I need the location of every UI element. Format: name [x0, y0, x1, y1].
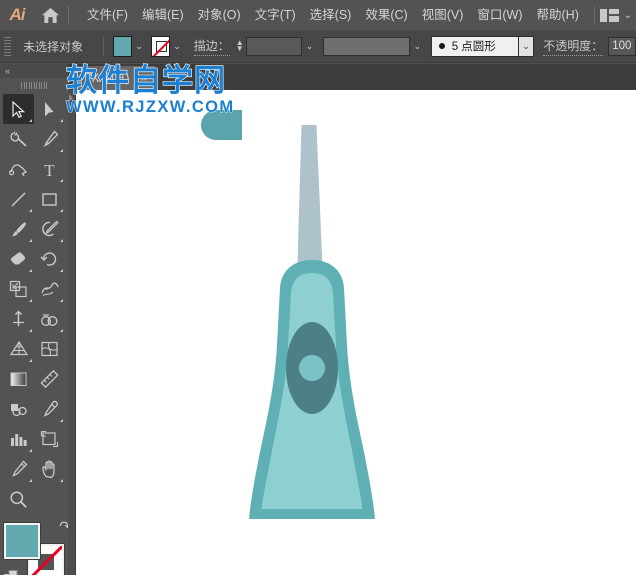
tool-column-graph[interactable] — [3, 424, 34, 454]
vertical-ruler[interactable] — [68, 90, 76, 575]
tool-slice[interactable] — [3, 454, 34, 484]
tool-width[interactable] — [34, 274, 65, 304]
tool-rectangle[interactable] — [34, 184, 65, 214]
stroke-swatch[interactable] — [151, 36, 170, 57]
opacity-label[interactable]: 不透明度： — [543, 37, 603, 56]
tool-gradient[interactable] — [3, 364, 34, 394]
tool-eraser[interactable] — [3, 244, 34, 274]
toothbrush-head — [201, 110, 242, 140]
stroke-profile-chevron-icon[interactable]: ⌄ — [410, 37, 425, 56]
fill-swatch[interactable] — [113, 36, 132, 57]
fill-swatch-large[interactable] — [4, 523, 40, 559]
tools-panel-header: « — [0, 64, 68, 78]
toothbrush-neck — [297, 125, 323, 280]
tool-magic-wand[interactable] — [3, 124, 34, 154]
menu-file[interactable]: 文件(F) — [80, 5, 135, 26]
stroke-weight-stepper[interactable]: ▲▼ — [236, 40, 244, 52]
tools-panel: « — [0, 64, 68, 575]
default-fill-stroke-icon[interactable] — [4, 570, 19, 575]
artboard-canvas[interactable] — [76, 90, 636, 575]
tool-zoom[interactable] — [3, 484, 34, 514]
stroke-dropdown-chevron-icon[interactable]: ⌄ — [170, 36, 184, 56]
tool-curvature[interactable] — [3, 154, 34, 184]
tool-eyedropper[interactable] — [34, 394, 65, 424]
tool-perspective-grid[interactable] — [3, 334, 34, 364]
home-icon[interactable] — [34, 0, 66, 30]
document-tab-label: YK/预览) — [84, 70, 129, 86]
ruler-origin-icon — [69, 94, 73, 102]
tool-shape-builder[interactable] — [34, 304, 65, 334]
fill-dropdown-chevron-icon[interactable]: ⌄ — [132, 36, 146, 56]
tool-grid: T — [0, 92, 68, 484]
chevron-down-icon[interactable]: ⌄ — [624, 10, 632, 21]
opacity-input[interactable]: 100 — [608, 37, 636, 56]
tool-blend[interactable] — [3, 394, 34, 424]
tool-line-segment[interactable] — [3, 184, 34, 214]
brush-definition-label: 5 点圆形 — [452, 38, 496, 54]
selection-status-label: 未选择对象 — [23, 38, 83, 55]
tool-shaper[interactable] — [34, 214, 65, 244]
workspace-switcher-icon[interactable] — [600, 9, 619, 22]
illustrator-logo-icon: Ai — [0, 0, 34, 30]
control-divider-1 — [103, 36, 104, 56]
brush-definition-select[interactable]: 5 点圆形 — [431, 36, 519, 57]
control-bar-grip-icon[interactable] — [3, 35, 12, 57]
tool-artboard[interactable] — [34, 424, 65, 454]
stroke-profile-input[interactable] — [323, 37, 410, 56]
svg-text:T: T — [44, 161, 55, 178]
control-bar: 未选择对象 ⌄ ⌄ 描边： ▲▼ ⌄ ⌄ 5 点圆形 ⌄ 不透明度： 100 — [0, 30, 636, 63]
tool-type[interactable]: T — [34, 154, 65, 184]
brush-chevron-icon[interactable]: ⌄ — [519, 36, 535, 57]
stroke-weight-label[interactable]: 描边： — [194, 37, 230, 56]
menu-items: 文件(F) 编辑(E) 对象(O) 文字(T) 选择(S) 效果(C) 视图(V… — [80, 5, 586, 26]
tool-paintbrush[interactable] — [3, 214, 34, 244]
menu-type[interactable]: 文字(T) — [248, 5, 303, 26]
tool-rotate[interactable] — [34, 244, 65, 274]
menu-window[interactable]: 窗口(W) — [470, 5, 529, 26]
tool-scale[interactable] — [3, 274, 34, 304]
menu-view[interactable]: 视图(V) — [415, 5, 471, 26]
tool-mesh[interactable] — [34, 334, 65, 364]
menu-effect[interactable]: 效果(C) — [358, 5, 414, 26]
illustrator-window: Ai 文件(F) 编辑(E) 对象(O) 文字(T) 选择(S) 效果(C) 视… — [0, 0, 636, 575]
menu-help[interactable]: 帮助(H) — [530, 5, 586, 26]
document-tab[interactable]: YK/预览) × — [74, 66, 155, 90]
tool-pen[interactable] — [34, 124, 65, 154]
menubar-right-group: ⌄ — [592, 0, 632, 30]
tool-direct-selection[interactable] — [34, 94, 65, 124]
menu-select[interactable]: 选择(S) — [303, 5, 359, 26]
collapse-left-icon[interactable]: « — [5, 66, 9, 76]
menu-object[interactable]: 对象(O) — [191, 5, 248, 26]
tool-selection[interactable] — [3, 94, 34, 124]
toothbrush-power-button-center — [299, 355, 325, 381]
tool-hand[interactable] — [34, 454, 65, 484]
tool-measure[interactable] — [34, 364, 65, 394]
stroke-weight-chevron-icon[interactable]: ⌄ — [302, 37, 317, 56]
close-icon[interactable]: × — [140, 72, 147, 84]
electric-toothbrush-illustration[interactable] — [76, 90, 636, 575]
menu-edit[interactable]: 编辑(E) — [135, 5, 191, 26]
fill-stroke-control: ↷ — [4, 520, 68, 575]
tool-free-transform[interactable] — [3, 304, 34, 334]
menubar-divider-right — [594, 6, 595, 24]
document-tab-bar: YK/预览) × — [68, 64, 636, 90]
menubar-divider — [68, 6, 69, 24]
brush-preview-icon — [439, 43, 445, 49]
stroke-weight-input[interactable] — [246, 37, 303, 56]
panel-grip-icon[interactable] — [0, 78, 68, 92]
menu-bar: Ai 文件(F) 编辑(E) 对象(O) 文字(T) 选择(S) 效果(C) 视… — [0, 0, 636, 30]
tool-zoom-row — [0, 484, 68, 514]
